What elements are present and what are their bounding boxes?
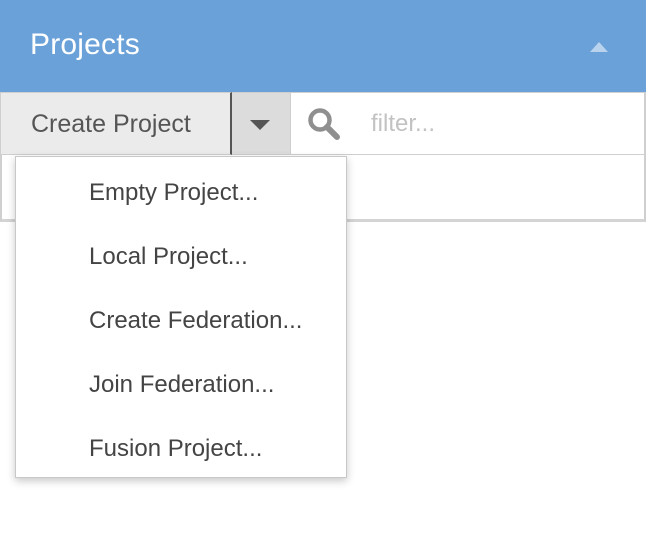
projects-panel: Projects Create Project Empty Project...… (0, 0, 646, 549)
menu-item-label: Fusion Project... (89, 435, 263, 462)
filter-box (290, 92, 646, 155)
search-icon (308, 108, 340, 140)
panel-header: Projects (0, 0, 646, 92)
menu-item-fusion-project[interactable]: Fusion Project... (16, 419, 346, 475)
menu-item-label: Local Project... (89, 243, 248, 270)
menu-item-local-project[interactable]: Local Project... (16, 227, 346, 283)
create-project-dropdown-toggle[interactable] (232, 92, 290, 155)
caret-down-icon (250, 120, 270, 130)
create-project-menu: Empty Project... Local Project... Create… (15, 156, 347, 478)
filter-input[interactable] (371, 105, 631, 143)
menu-item-label: Create Federation... (89, 307, 303, 334)
menu-item-label: Join Federation... (89, 371, 275, 398)
create-project-button[interactable]: Create Project (0, 92, 232, 155)
caret-up-icon[interactable] (590, 42, 608, 52)
menu-item-label: Empty Project... (89, 179, 259, 206)
toolbar: Create Project (0, 92, 646, 156)
create-project-label: Create Project (31, 110, 191, 138)
menu-item-empty-project[interactable]: Empty Project... (16, 163, 346, 219)
menu-item-join-federation[interactable]: Join Federation... (16, 355, 346, 411)
menu-item-create-federation[interactable]: Create Federation... (16, 291, 346, 347)
panel-title: Projects (30, 28, 140, 61)
